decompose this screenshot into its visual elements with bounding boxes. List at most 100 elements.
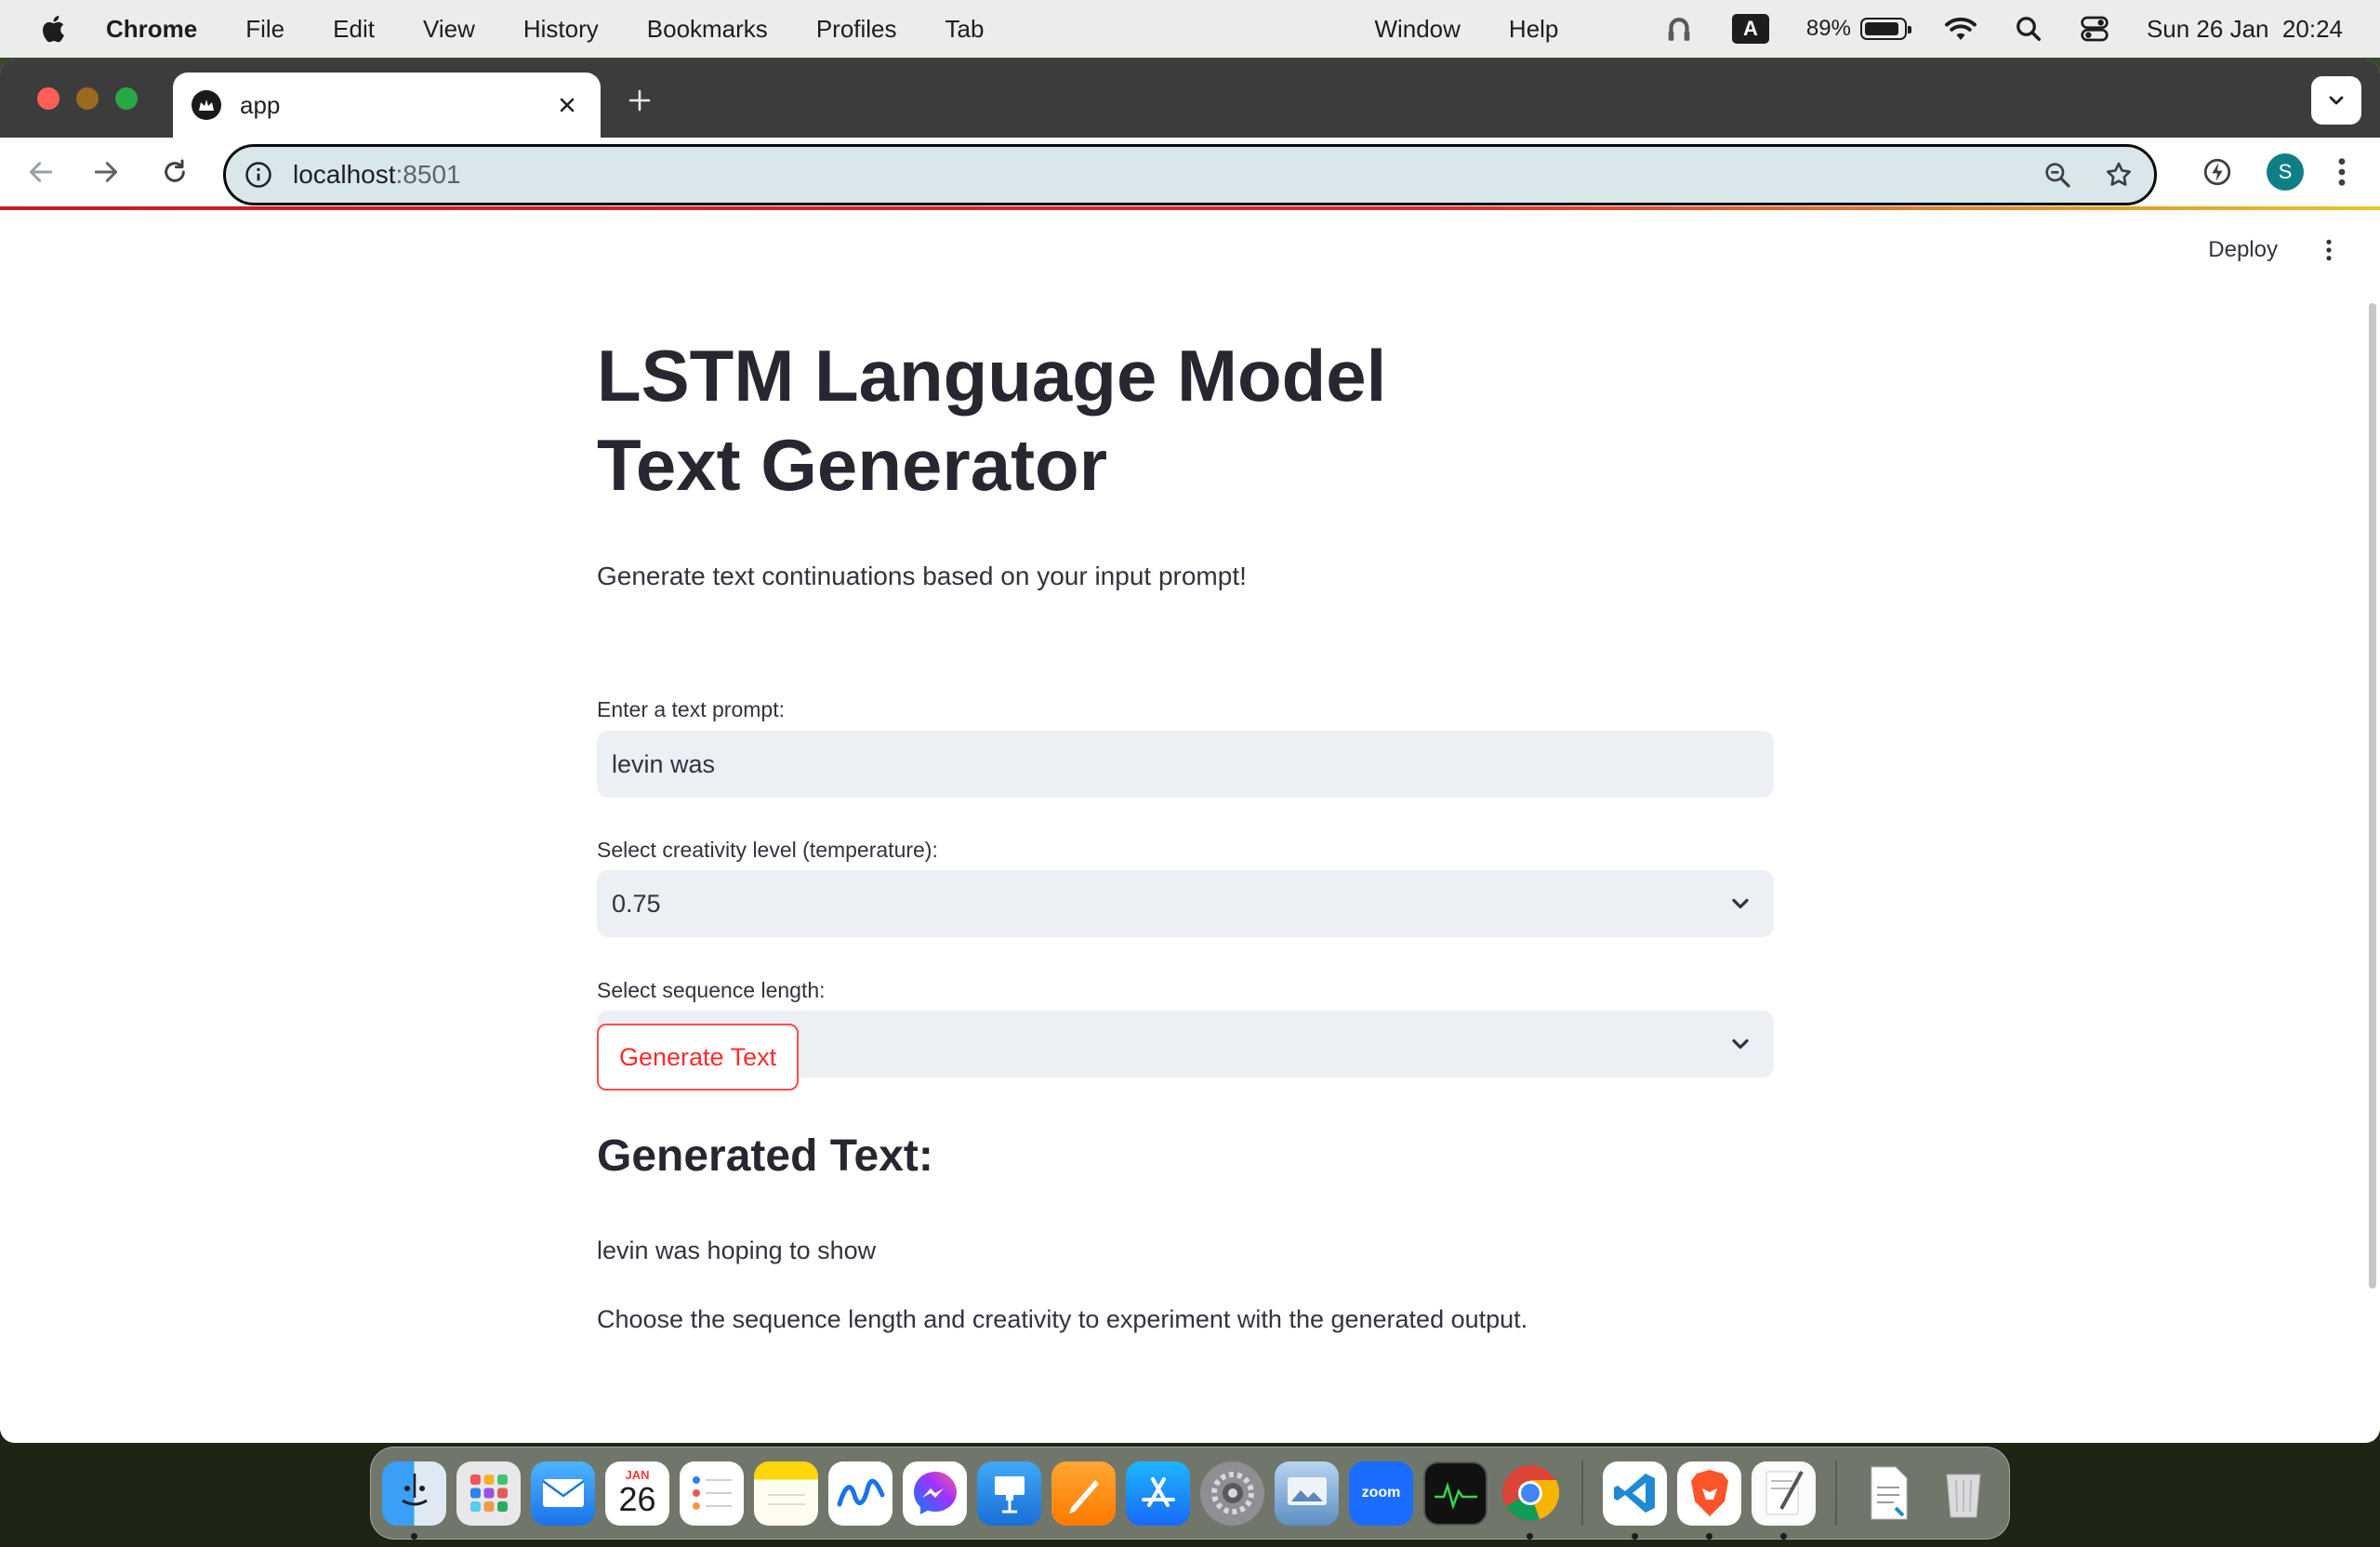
mail-icon[interactable] bbox=[531, 1461, 595, 1526]
tab-strip: app bbox=[0, 60, 2380, 138]
menu-file[interactable]: File bbox=[245, 15, 284, 44]
chevron-down-icon bbox=[1732, 898, 1749, 909]
running-indicator bbox=[1632, 1532, 1638, 1540]
page-title: LSTM Language Model Text Generator bbox=[597, 335, 1387, 506]
url-text[interactable]: localhost:8501 bbox=[293, 160, 2013, 190]
page-subtitle: Generate text continuations based on you… bbox=[597, 562, 1247, 590]
reminders-icon[interactable] bbox=[680, 1461, 744, 1526]
performance-icon[interactable] bbox=[2202, 156, 2233, 188]
trash-icon[interactable] bbox=[1931, 1461, 1995, 1526]
site-info-icon[interactable] bbox=[245, 161, 272, 189]
url-host: localhost bbox=[293, 160, 396, 189]
running-indicator bbox=[1780, 1532, 1787, 1540]
window-controls bbox=[37, 87, 138, 110]
calendar-icon[interactable]: JAN 26 bbox=[605, 1461, 669, 1526]
running-indicator bbox=[1706, 1532, 1712, 1540]
battery-status[interactable]: 89% bbox=[1805, 16, 1911, 42]
app-store-icon[interactable] bbox=[1126, 1461, 1190, 1526]
close-window-button[interactable] bbox=[37, 87, 60, 110]
minimize-window-button[interactable] bbox=[76, 87, 99, 110]
input-source-icon[interactable]: A bbox=[1731, 14, 1769, 44]
tab-app[interactable]: app bbox=[173, 73, 601, 138]
menu-profiles[interactable]: Profiles bbox=[816, 15, 897, 44]
activity-monitor-icon[interactable] bbox=[1423, 1461, 1488, 1526]
dock-separator bbox=[1581, 1461, 1583, 1526]
generated-text-heading: Generated Text: bbox=[597, 1131, 933, 1181]
pages-icon[interactable] bbox=[1051, 1461, 1116, 1526]
menu-history[interactable]: History bbox=[523, 15, 599, 44]
document-icon[interactable] bbox=[1857, 1461, 1921, 1526]
toolbar-right: S bbox=[2202, 138, 2380, 206]
chevron-down-icon bbox=[2329, 96, 2344, 105]
menu-window[interactable]: Window bbox=[1374, 15, 1460, 44]
prompt-input-value: levin was bbox=[612, 749, 716, 778]
menu-tab[interactable]: Tab bbox=[945, 15, 985, 44]
page-scrollbar[interactable] bbox=[2369, 303, 2376, 1289]
menu-edit[interactable]: Edit bbox=[333, 15, 375, 44]
browser-window: app localhost:8501 S Deploy LSTM Languag… bbox=[0, 60, 2380, 1443]
forward-icon[interactable] bbox=[87, 153, 125, 191]
battery-icon bbox=[1859, 18, 1911, 40]
temperature-label: Select creativity level (temperature): bbox=[597, 838, 938, 862]
apple-menu-icon[interactable] bbox=[39, 13, 71, 45]
messenger-icon[interactable] bbox=[903, 1461, 967, 1526]
sequence-length-label: Select sequence length: bbox=[597, 978, 826, 1002]
wifi-icon[interactable] bbox=[1944, 15, 1977, 43]
notes-icon[interactable] bbox=[754, 1461, 818, 1526]
battery-level bbox=[1864, 22, 1898, 35]
temperature-select[interactable]: 0.75 bbox=[597, 870, 1774, 937]
menu-app-chrome[interactable]: Chrome bbox=[106, 15, 197, 44]
url-port: :8501 bbox=[395, 160, 461, 189]
app-menu-icon[interactable] bbox=[2315, 236, 2343, 264]
finder-icon[interactable] bbox=[382, 1461, 446, 1540]
menu-bar: Chrome File Edit View History Bookmarks … bbox=[0, 0, 2380, 58]
reload-icon[interactable] bbox=[156, 153, 193, 191]
temperature-selected-value: 0.75 bbox=[612, 889, 661, 918]
app-header: Deploy bbox=[2208, 236, 2343, 264]
dock: JAN 26 zoom bbox=[370, 1447, 2010, 1540]
battery-percent: 89% bbox=[1805, 16, 1851, 41]
system-settings-icon[interactable] bbox=[1200, 1461, 1264, 1526]
new-tab-icon[interactable] bbox=[621, 82, 658, 119]
running-indicator bbox=[1527, 1532, 1533, 1540]
spotlight-search-icon[interactable] bbox=[2015, 15, 2043, 43]
address-bar[interactable]: localhost:8501 bbox=[223, 144, 2157, 205]
launchpad-icon[interactable] bbox=[456, 1461, 521, 1526]
vscode-icon[interactable] bbox=[1603, 1461, 1667, 1540]
keynote-icon[interactable] bbox=[977, 1461, 1041, 1526]
textedit-icon[interactable] bbox=[1752, 1461, 1816, 1540]
menu-help[interactable]: Help bbox=[1509, 15, 1558, 44]
profile-avatar[interactable]: S bbox=[2267, 153, 2304, 191]
clock[interactable]: Sun 26 Jan 20:24 bbox=[2147, 15, 2343, 44]
streamlit-favicon-icon bbox=[192, 90, 221, 120]
prompt-input[interactable]: levin was bbox=[597, 731, 1774, 798]
chrome-icon[interactable] bbox=[1498, 1461, 1562, 1540]
generate-text-button[interactable]: Generate Text bbox=[597, 1024, 800, 1091]
control-center-icon[interactable] bbox=[2080, 15, 2109, 43]
chevron-down-icon bbox=[1732, 1038, 1749, 1050]
more-menu-icon[interactable] bbox=[2337, 156, 2347, 188]
deploy-button[interactable]: Deploy bbox=[2208, 237, 2278, 263]
prompt-label: Enter a text prompt: bbox=[597, 697, 785, 721]
bookmark-star-icon[interactable] bbox=[2102, 158, 2135, 192]
menu-bookmarks[interactable]: Bookmarks bbox=[647, 15, 768, 44]
zoom-label: zoom bbox=[1361, 1485, 1401, 1501]
zoom-page-icon[interactable] bbox=[2041, 158, 2074, 192]
zoom-icon[interactable]: zoom bbox=[1349, 1461, 1413, 1526]
menu-view[interactable]: View bbox=[423, 15, 475, 44]
app-page: Deploy LSTM Language Model Text Generato… bbox=[0, 210, 2380, 1443]
footer-note: Choose the sequence length and creativit… bbox=[597, 1305, 1528, 1333]
tab-title: app bbox=[240, 90, 281, 119]
tab-search-button[interactable] bbox=[2311, 76, 2361, 125]
browser-toolbar: localhost:8501 S bbox=[0, 138, 2380, 206]
generated-text-output: levin was hoping to show bbox=[597, 1236, 877, 1264]
airplay-audio-icon[interactable] bbox=[1663, 13, 1695, 45]
freeform-icon[interactable] bbox=[828, 1461, 892, 1526]
calendar-day: 26 bbox=[618, 1479, 656, 1518]
close-tab-icon[interactable] bbox=[552, 90, 582, 120]
brave-icon[interactable] bbox=[1677, 1461, 1741, 1540]
preview-icon[interactable] bbox=[1275, 1461, 1339, 1526]
back-icon[interactable] bbox=[22, 153, 60, 191]
dock-separator bbox=[1835, 1461, 1837, 1526]
zoom-window-button[interactable] bbox=[115, 87, 138, 110]
